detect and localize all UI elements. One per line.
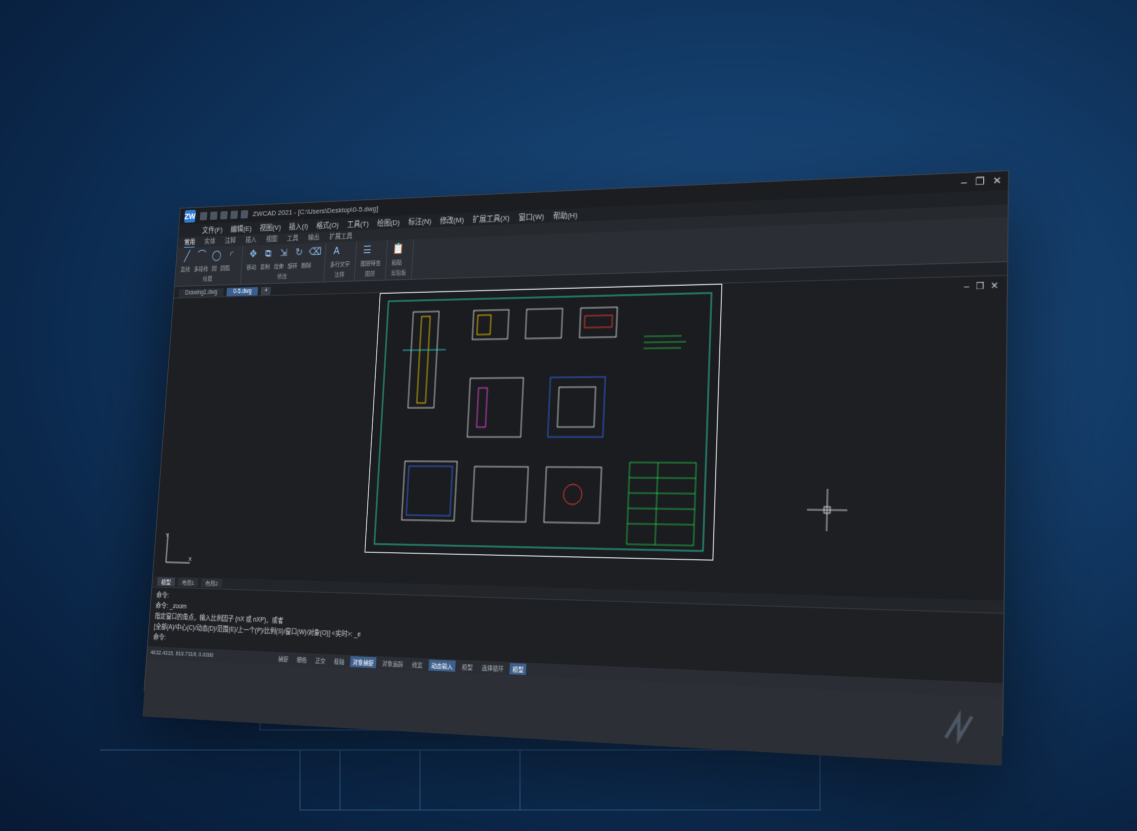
status-toggle-snap[interactable]: 捕捉 bbox=[275, 653, 291, 664]
ribbon-group-annotate: A 多行文字 注释 bbox=[324, 241, 357, 281]
menu-view[interactable]: 视图(V) bbox=[259, 222, 281, 233]
tool-label: 图层特性 bbox=[360, 258, 381, 267]
title-block bbox=[627, 462, 697, 545]
tool-label: 直线 bbox=[180, 265, 190, 273]
minimize-button[interactable]: – bbox=[961, 177, 967, 189]
crosshair-cursor bbox=[806, 489, 847, 532]
arc-icon[interactable]: ◜ bbox=[226, 249, 238, 262]
tab-layout1[interactable]: 布局1 bbox=[178, 578, 199, 587]
redo-icon[interactable] bbox=[241, 210, 249, 218]
layers-icon[interactable]: ☰ bbox=[361, 244, 373, 257]
menu-extensions[interactable]: 扩展工具(X) bbox=[472, 212, 510, 224]
tab-layout2[interactable]: 布局2 bbox=[201, 578, 222, 587]
drawing-part-1 bbox=[399, 311, 447, 408]
status-toggle-polar[interactable]: 极轴 bbox=[331, 655, 347, 667]
group-label: 修改 bbox=[246, 271, 319, 282]
menu-help[interactable]: 帮助(H) bbox=[553, 209, 578, 221]
rotate-icon[interactable]: ↻ bbox=[293, 246, 305, 259]
group-label: 图层 bbox=[360, 269, 381, 278]
group-label: 剪贴板 bbox=[391, 268, 407, 277]
new-icon[interactable] bbox=[200, 211, 208, 219]
new-tab-button[interactable]: + bbox=[261, 287, 271, 296]
ribbon-group-draw: ╱ ⌒ ◯ ◜ 直线 多段线 圆 圆弧 绘图 bbox=[175, 246, 244, 286]
status-toggle-otrack[interactable]: 对象追踪 bbox=[379, 657, 406, 669]
tool-label: 圆 bbox=[212, 264, 217, 272]
status-toggle-model[interactable]: 模型 bbox=[459, 661, 476, 673]
tab-insert[interactable]: 插入 bbox=[245, 235, 257, 245]
tool-label: 删除 bbox=[301, 261, 311, 270]
mtext-icon[interactable]: A bbox=[330, 245, 342, 258]
stretch-icon[interactable]: ⇲ bbox=[278, 247, 290, 260]
tab-extensions[interactable]: 扩展工具 bbox=[329, 231, 353, 241]
notes-block bbox=[644, 336, 687, 349]
polyline-icon[interactable]: ⌒ bbox=[196, 250, 208, 263]
status-toggle-osnap[interactable]: 对象捕捉 bbox=[350, 656, 377, 668]
ucs-icon: Y X bbox=[162, 529, 197, 568]
canvas-close-button[interactable]: ✕ bbox=[990, 280, 998, 292]
tool-label: 多段线 bbox=[194, 264, 209, 273]
app-logo[interactable]: ZW bbox=[184, 210, 196, 223]
tab-home[interactable]: 常用 bbox=[184, 237, 196, 247]
group-label: 注释 bbox=[329, 270, 349, 279]
tool-label: 复制 bbox=[260, 262, 270, 271]
copy-icon[interactable]: ⧉ bbox=[262, 247, 274, 260]
open-icon[interactable] bbox=[210, 211, 218, 219]
ucs-y-label: Y bbox=[165, 533, 169, 539]
maximize-button[interactable]: ❐ bbox=[975, 176, 984, 188]
menu-file[interactable]: 文件(F) bbox=[202, 224, 223, 235]
tool-label: 圆弧 bbox=[220, 263, 230, 272]
tool-label: 粘贴 bbox=[391, 258, 402, 267]
menu-insert[interactable]: 插入(I) bbox=[289, 221, 309, 232]
tab-view[interactable]: 视图 bbox=[266, 234, 278, 244]
tab-tools[interactable]: 工具 bbox=[287, 233, 299, 243]
drawing-sheet bbox=[364, 284, 722, 561]
circle-icon[interactable]: ◯ bbox=[211, 249, 223, 262]
window-controls: – ❐ ✕ bbox=[961, 175, 1002, 188]
menu-edit[interactable]: 编辑(E) bbox=[230, 223, 252, 234]
menu-tools[interactable]: 工具(T) bbox=[347, 218, 369, 229]
ribbon-group-layers: ☰ 图层特性 图层 bbox=[355, 240, 388, 280]
close-button[interactable]: ✕ bbox=[993, 175, 1002, 187]
group-label: 绘图 bbox=[180, 273, 236, 283]
canvas-controls: – ❐ ✕ bbox=[964, 280, 998, 292]
quick-access-toolbar bbox=[200, 210, 248, 220]
perspective-scene: ZW ZWCAD 2021 - [C:\Users\Desktop\0-5.dw… bbox=[0, 0, 1137, 831]
tab-model[interactable]: 模型 bbox=[157, 577, 175, 586]
move-icon[interactable]: ✥ bbox=[247, 248, 259, 261]
canvas-minimize-button[interactable]: – bbox=[964, 281, 969, 293]
menu-dimension[interactable]: 标注(N) bbox=[408, 216, 432, 227]
ucs-x-label: X bbox=[188, 557, 192, 563]
status-toggle-lineweight[interactable]: 线宽 bbox=[409, 659, 425, 671]
menu-window[interactable]: 窗口(W) bbox=[518, 211, 544, 223]
status-model-space[interactable]: 模型 bbox=[510, 663, 527, 675]
zwcad-watermark-icon bbox=[937, 704, 981, 751]
tab-solid[interactable]: 实体 bbox=[204, 237, 216, 246]
tool-label: 多行文字 bbox=[330, 259, 350, 268]
tool-label: 拉伸 bbox=[274, 262, 284, 271]
erase-icon[interactable]: ⌫ bbox=[308, 246, 320, 259]
save-icon[interactable] bbox=[220, 211, 228, 219]
ribbon-group-clipboard: 📋 粘贴 剪贴板 bbox=[386, 239, 414, 279]
menu-draw[interactable]: 绘图(D) bbox=[377, 217, 400, 228]
drawing-canvas[interactable]: – ❐ ✕ Y X bbox=[153, 275, 1007, 601]
app-window: ZW ZWCAD 2021 - [C:\Users\Desktop\0-5.dw… bbox=[144, 170, 1009, 736]
status-toggle-grid[interactable]: 栅格 bbox=[294, 654, 310, 666]
drawing-part-3 bbox=[467, 377, 605, 437]
line-icon[interactable]: ╱ bbox=[181, 250, 193, 263]
tab-annotate[interactable]: 注释 bbox=[224, 236, 236, 245]
drawing-part-2 bbox=[472, 307, 617, 339]
canvas-restore-button[interactable]: ❐ bbox=[976, 281, 985, 293]
tab-output[interactable]: 输出 bbox=[308, 233, 320, 243]
tool-label: 移动 bbox=[246, 262, 256, 271]
menu-format[interactable]: 格式(O) bbox=[316, 219, 339, 230]
menu-modify[interactable]: 修改(M) bbox=[440, 214, 465, 225]
ribbon-group-modify: ✥ ⧉ ⇲ ↻ ⌫ 移动 复制 拉伸 旋转 删除 修改 bbox=[241, 243, 327, 284]
status-toggle-ortho[interactable]: 正交 bbox=[312, 654, 328, 666]
undo-icon[interactable] bbox=[230, 210, 238, 218]
drawing-part-4 bbox=[402, 461, 602, 523]
status-toggle-dynamic-input[interactable]: 动态输入 bbox=[429, 659, 456, 671]
tool-label: 旋转 bbox=[287, 261, 297, 270]
paste-icon[interactable]: 📋 bbox=[392, 242, 405, 256]
status-toggle-selection-cycling[interactable]: 选择循环 bbox=[479, 662, 507, 674]
